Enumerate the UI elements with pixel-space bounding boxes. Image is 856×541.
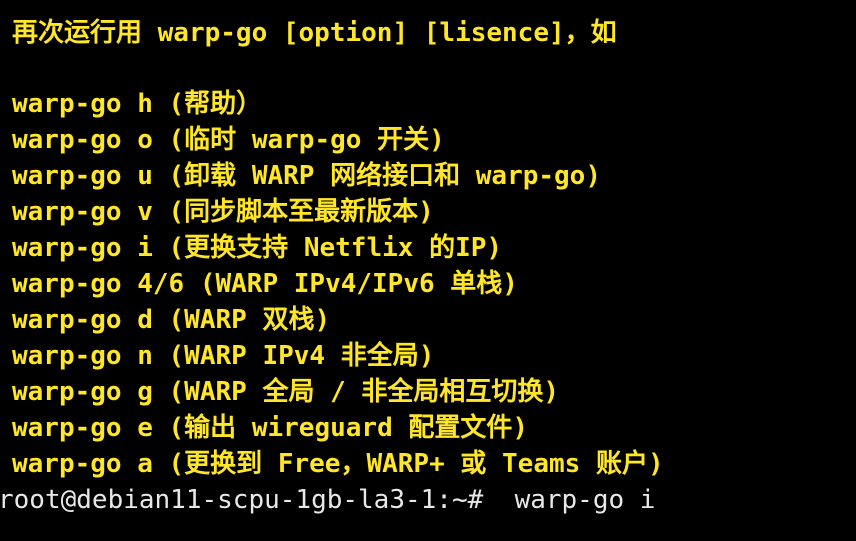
command-export-config-line: warp-go e (输出 wireguard 配置文件) [12, 413, 529, 443]
shell-prompt-line[interactable]: root@debian11-scpu-1gb-la3-1:~# warp-go … [0, 483, 655, 517]
command-account-line: warp-go a (更换到 Free，WARP+ 或 Teams 账户) [12, 449, 664, 479]
terminal-window[interactable]: 再次运行用 warp-go [option] [lisence]，如 warp-… [0, 0, 856, 541]
command-input[interactable]: warp-go i [483, 485, 656, 515]
command-toggle-line: warp-go o (临时 warp-go 开关) [12, 125, 445, 155]
shell-prompt: root@debian11-scpu-1gb-la3-1:~# [0, 485, 484, 515]
command-update-line: warp-go v (同步脚本至最新版本) [12, 197, 434, 227]
command-global-switch-line: warp-go g (WARP 全局 / 非全局相互切换) [12, 377, 560, 407]
usage-intro-line: 再次运行用 warp-go [option] [lisence]，如 [12, 18, 617, 48]
command-netflix-line: warp-go i (更换支持 Netflix 的IP) [12, 233, 503, 263]
command-single-stack-line: warp-go 4/6 (WARP IPv4/IPv6 单栈) [12, 269, 518, 299]
command-dual-stack-line: warp-go d (WARP 双栈) [12, 305, 331, 335]
command-nonglobal-line: warp-go n (WARP IPv4 非全局) [12, 341, 435, 371]
command-help-line: warp-go h (帮助） [12, 89, 263, 119]
command-uninstall-line: warp-go u (卸载 WARP 网络接口和 warp-go) [12, 161, 601, 191]
